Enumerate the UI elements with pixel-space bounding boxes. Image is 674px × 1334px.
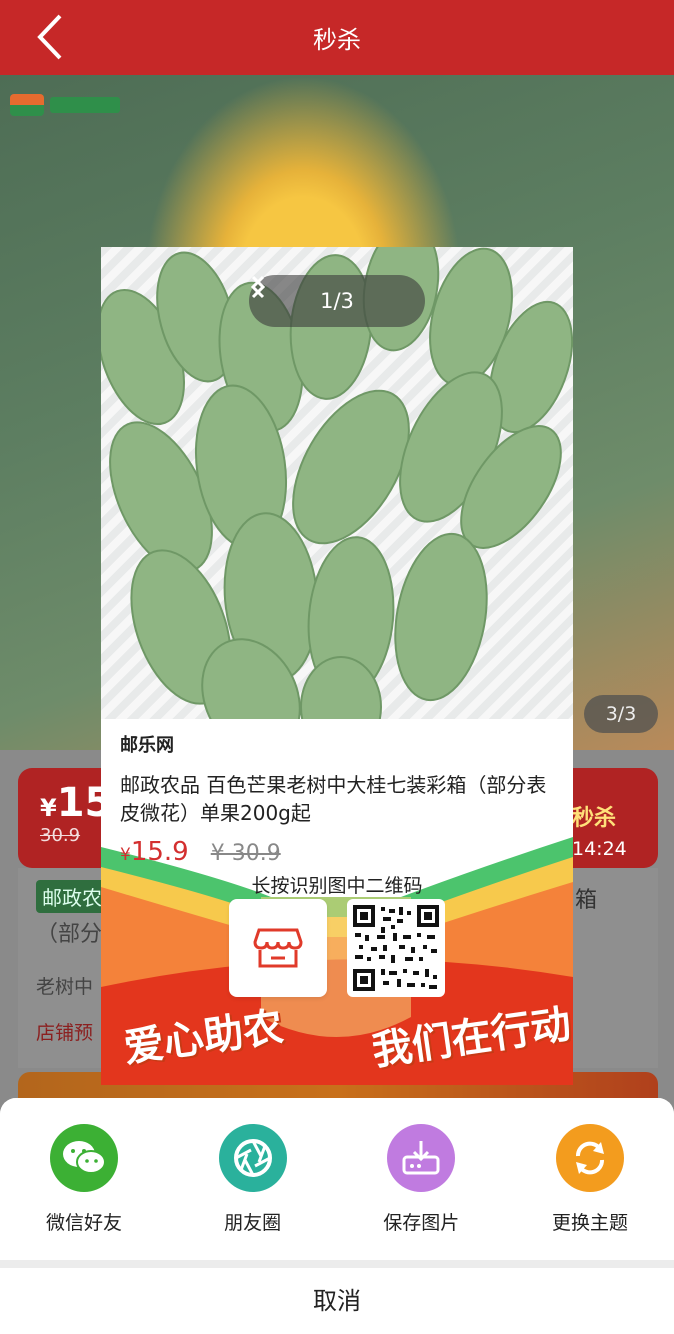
pager-count: 1/3 (320, 289, 354, 313)
shop-preview-link[interactable]: 店铺预 (36, 1018, 93, 1045)
moments-icon[interactable] (218, 1124, 287, 1192)
image-counter: 3/3 (584, 695, 658, 733)
qr-code (347, 899, 445, 997)
qr-hint: 长按识别图中二维码 (251, 875, 423, 897)
page-title: 秒杀 (313, 26, 361, 54)
shop-icon-card (229, 899, 327, 997)
mango-photo: 1/3 (101, 247, 573, 719)
cancel-button[interactable]: 取消 (0, 1268, 674, 1334)
share-label: 微信好友 (45, 1212, 122, 1234)
flash-sale-old-price: 30.9 (40, 825, 81, 846)
wechat-icon[interactable] (50, 1124, 118, 1192)
poster-old-price: ¥ 30.9 (210, 841, 281, 866)
top-bar: 秒杀 (0, 0, 674, 75)
chevron-left-icon[interactable] (250, 275, 297, 313)
product-title-fragment: （部分 (36, 922, 103, 947)
poster-prices: ¥15.9 ¥ 30.9 (120, 837, 281, 867)
share-label: 更换主题 (551, 1212, 628, 1234)
save-image-icon[interactable] (387, 1124, 456, 1192)
share-options: 微信好友 朋友圈 保存图片 更换主题 (0, 1098, 674, 1260)
share-wechat-friend[interactable]: 微信好友 (16, 1124, 152, 1260)
product-title: 邮政农品 百色芒果老树中大桂七装彩箱（部分表皮微花）单果200g起 (120, 773, 547, 825)
flash-sale-label: 秒杀 (572, 806, 617, 831)
brand-logo (10, 92, 130, 118)
qr-code-icon (353, 905, 439, 991)
share-label: 朋友圈 (224, 1212, 282, 1234)
shop-icon (253, 928, 303, 968)
share-label: 保存图片 (383, 1212, 460, 1234)
poster-price: ¥15.9 (120, 837, 189, 867)
product-tag: 邮政农 (36, 880, 108, 913)
product-subtitle-fragment: 老树中 (36, 976, 94, 998)
share-poster: 1/3 邮乐网 邮政农品 百色芒果老树中大桂七装彩箱（部分表皮微花）单果200g… (101, 247, 573, 1085)
save-image-button[interactable]: 保存图片 (353, 1124, 489, 1260)
share-moments[interactable]: 朋友圈 (185, 1124, 321, 1260)
chevron-right-icon[interactable] (251, 275, 401, 313)
image-pager: 1/3 (249, 275, 425, 327)
site-name: 邮乐网 (120, 735, 174, 756)
change-theme-button[interactable]: 更换主题 (522, 1124, 658, 1260)
countdown-timer: 14:24 (572, 838, 627, 860)
product-title-side: 箱 (575, 888, 598, 913)
refresh-icon[interactable] (555, 1124, 624, 1192)
